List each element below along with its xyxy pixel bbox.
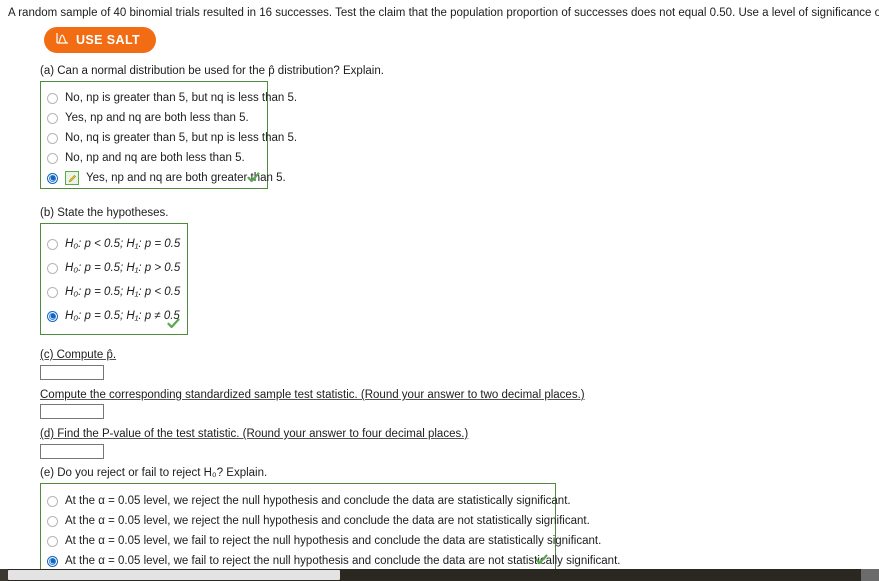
section-c: (c) Compute p̂. xyxy=(40,348,116,380)
option-row[interactable]: At the α = 0.05 level, we reject the nul… xyxy=(47,511,590,531)
option-a-2-label: No, nq is greater than 5, but np is less… xyxy=(65,131,298,144)
option-e-1-label: At the α = 0.05 level, we reject the nul… xyxy=(65,514,590,527)
section-b-label: (b) State the hypotheses. xyxy=(40,207,169,219)
correct-check-icon-a xyxy=(247,171,260,184)
radio-b-0[interactable] xyxy=(47,238,58,250)
section-a-answer-box: No, np is greater than 5, but nq is less… xyxy=(40,81,297,189)
option-b-3-label: H₀: p = 0.5; H₁: p ≠ 0.5 xyxy=(65,309,180,322)
option-row[interactable]: H₀: p = 0.5; H₁: p > 0.5 xyxy=(47,256,181,280)
option-a-1-label: Yes, np and nq are both less than 5. xyxy=(65,111,249,124)
use-salt-button[interactable]: USE SALT xyxy=(44,27,157,53)
option-row[interactable]: No, nq is greater than 5, but np is less… xyxy=(47,128,297,148)
radio-b-1[interactable] xyxy=(47,262,58,274)
radio-a-0[interactable] xyxy=(47,92,58,104)
option-a-3-label: No, np and nq are both less than 5. xyxy=(65,151,245,164)
option-b-1-label: H₀: p = 0.5; H₁: p > 0.5 xyxy=(65,261,181,274)
option-a-0-label: No, np is greater than 5, but nq is less… xyxy=(65,91,298,104)
option-b-2-label: H₀: p = 0.5; H₁: p < 0.5 xyxy=(65,285,181,298)
option-row[interactable]: At the α = 0.05 level, we fail to reject… xyxy=(47,531,601,551)
scrollbar-left-cap[interactable] xyxy=(0,569,8,581)
radio-a-2[interactable] xyxy=(47,132,58,144)
test-statistic-input[interactable] xyxy=(40,404,104,419)
distribution-curve-icon xyxy=(56,32,69,48)
section-c-label: (c) Compute p̂. xyxy=(40,349,117,361)
section-e-label: (e) Do you reject or fail to reject H₀? … xyxy=(40,467,268,479)
option-row[interactable]: H₀: p = 0.5; H₁: p ≠ 0.5 xyxy=(47,304,180,328)
section-e: (e) Do you reject or fail to reject H₀? … xyxy=(40,466,620,571)
test-statistic-prompt: Compute the corresponding standardized s… xyxy=(40,389,585,401)
option-row[interactable]: H₀: p < 0.5; H₁: p = 0.5 xyxy=(47,232,181,256)
option-row[interactable]: At the α = 0.05 level, we fail to reject… xyxy=(47,551,620,571)
radio-a-1[interactable] xyxy=(47,112,58,124)
horizontal-scrollbar[interactable] xyxy=(0,569,879,581)
section-b-answer-box: H₀: p < 0.5; H₁: p = 0.5 H₀: p = 0.5; H₁… xyxy=(40,223,188,335)
option-row[interactable]: H₀: p = 0.5; H₁: p < 0.5 xyxy=(47,280,181,304)
radio-b-2[interactable] xyxy=(47,286,58,298)
scrollbar-thumb[interactable] xyxy=(8,570,340,580)
section-b: (b) State the hypotheses. H₀: p < 0.5; H… xyxy=(40,206,188,335)
use-salt-label: USE SALT xyxy=(76,33,141,47)
section-d-label: (d) Find the P-value of the test statist… xyxy=(40,428,469,440)
section-a-label: (a) Can a normal distribution be used fo… xyxy=(40,65,384,77)
scrollbar-end-cap[interactable] xyxy=(861,569,879,581)
radio-e-1[interactable] xyxy=(47,515,58,527)
pencil-icon[interactable] xyxy=(65,171,79,185)
option-e-2-label: At the α = 0.05 level, we fail to reject… xyxy=(65,534,602,547)
option-row[interactable]: No, np is greater than 5, but nq is less… xyxy=(47,88,297,108)
problem-statement: A random sample of 40 binomial trials re… xyxy=(8,7,879,19)
radio-a-3[interactable] xyxy=(47,152,58,164)
option-row[interactable]: Yes, np and nq are both greater than 5. xyxy=(47,168,286,188)
section-d: (d) Find the P-value of the test statist… xyxy=(40,427,468,459)
radio-e-2[interactable] xyxy=(47,535,58,547)
section-a: (a) Can a normal distribution be used fo… xyxy=(40,64,384,189)
option-e-0-label: At the α = 0.05 level, we reject the nul… xyxy=(65,494,571,507)
radio-e-0[interactable] xyxy=(47,495,58,507)
correct-check-icon-b xyxy=(167,317,180,330)
correct-check-icon-e xyxy=(535,553,548,566)
worksheet-page: A random sample of 40 binomial trials re… xyxy=(0,0,879,571)
radio-e-3[interactable] xyxy=(47,555,58,567)
option-row[interactable]: Yes, np and nq are both less than 5. xyxy=(47,108,259,128)
option-row[interactable]: At the α = 0.05 level, we reject the nul… xyxy=(47,491,571,511)
radio-a-4[interactable] xyxy=(47,172,58,184)
section-c-part2: Compute the corresponding standardized s… xyxy=(40,388,585,419)
option-row[interactable]: No, np and nq are both less than 5. xyxy=(47,148,259,168)
p-value-input[interactable] xyxy=(40,444,104,459)
option-b-0-label: H₀: p < 0.5; H₁: p = 0.5 xyxy=(65,237,181,250)
section-e-answer-box: At the α = 0.05 level, we reject the nul… xyxy=(40,483,620,571)
radio-b-3[interactable] xyxy=(47,310,58,322)
p-hat-input[interactable] xyxy=(40,365,104,380)
